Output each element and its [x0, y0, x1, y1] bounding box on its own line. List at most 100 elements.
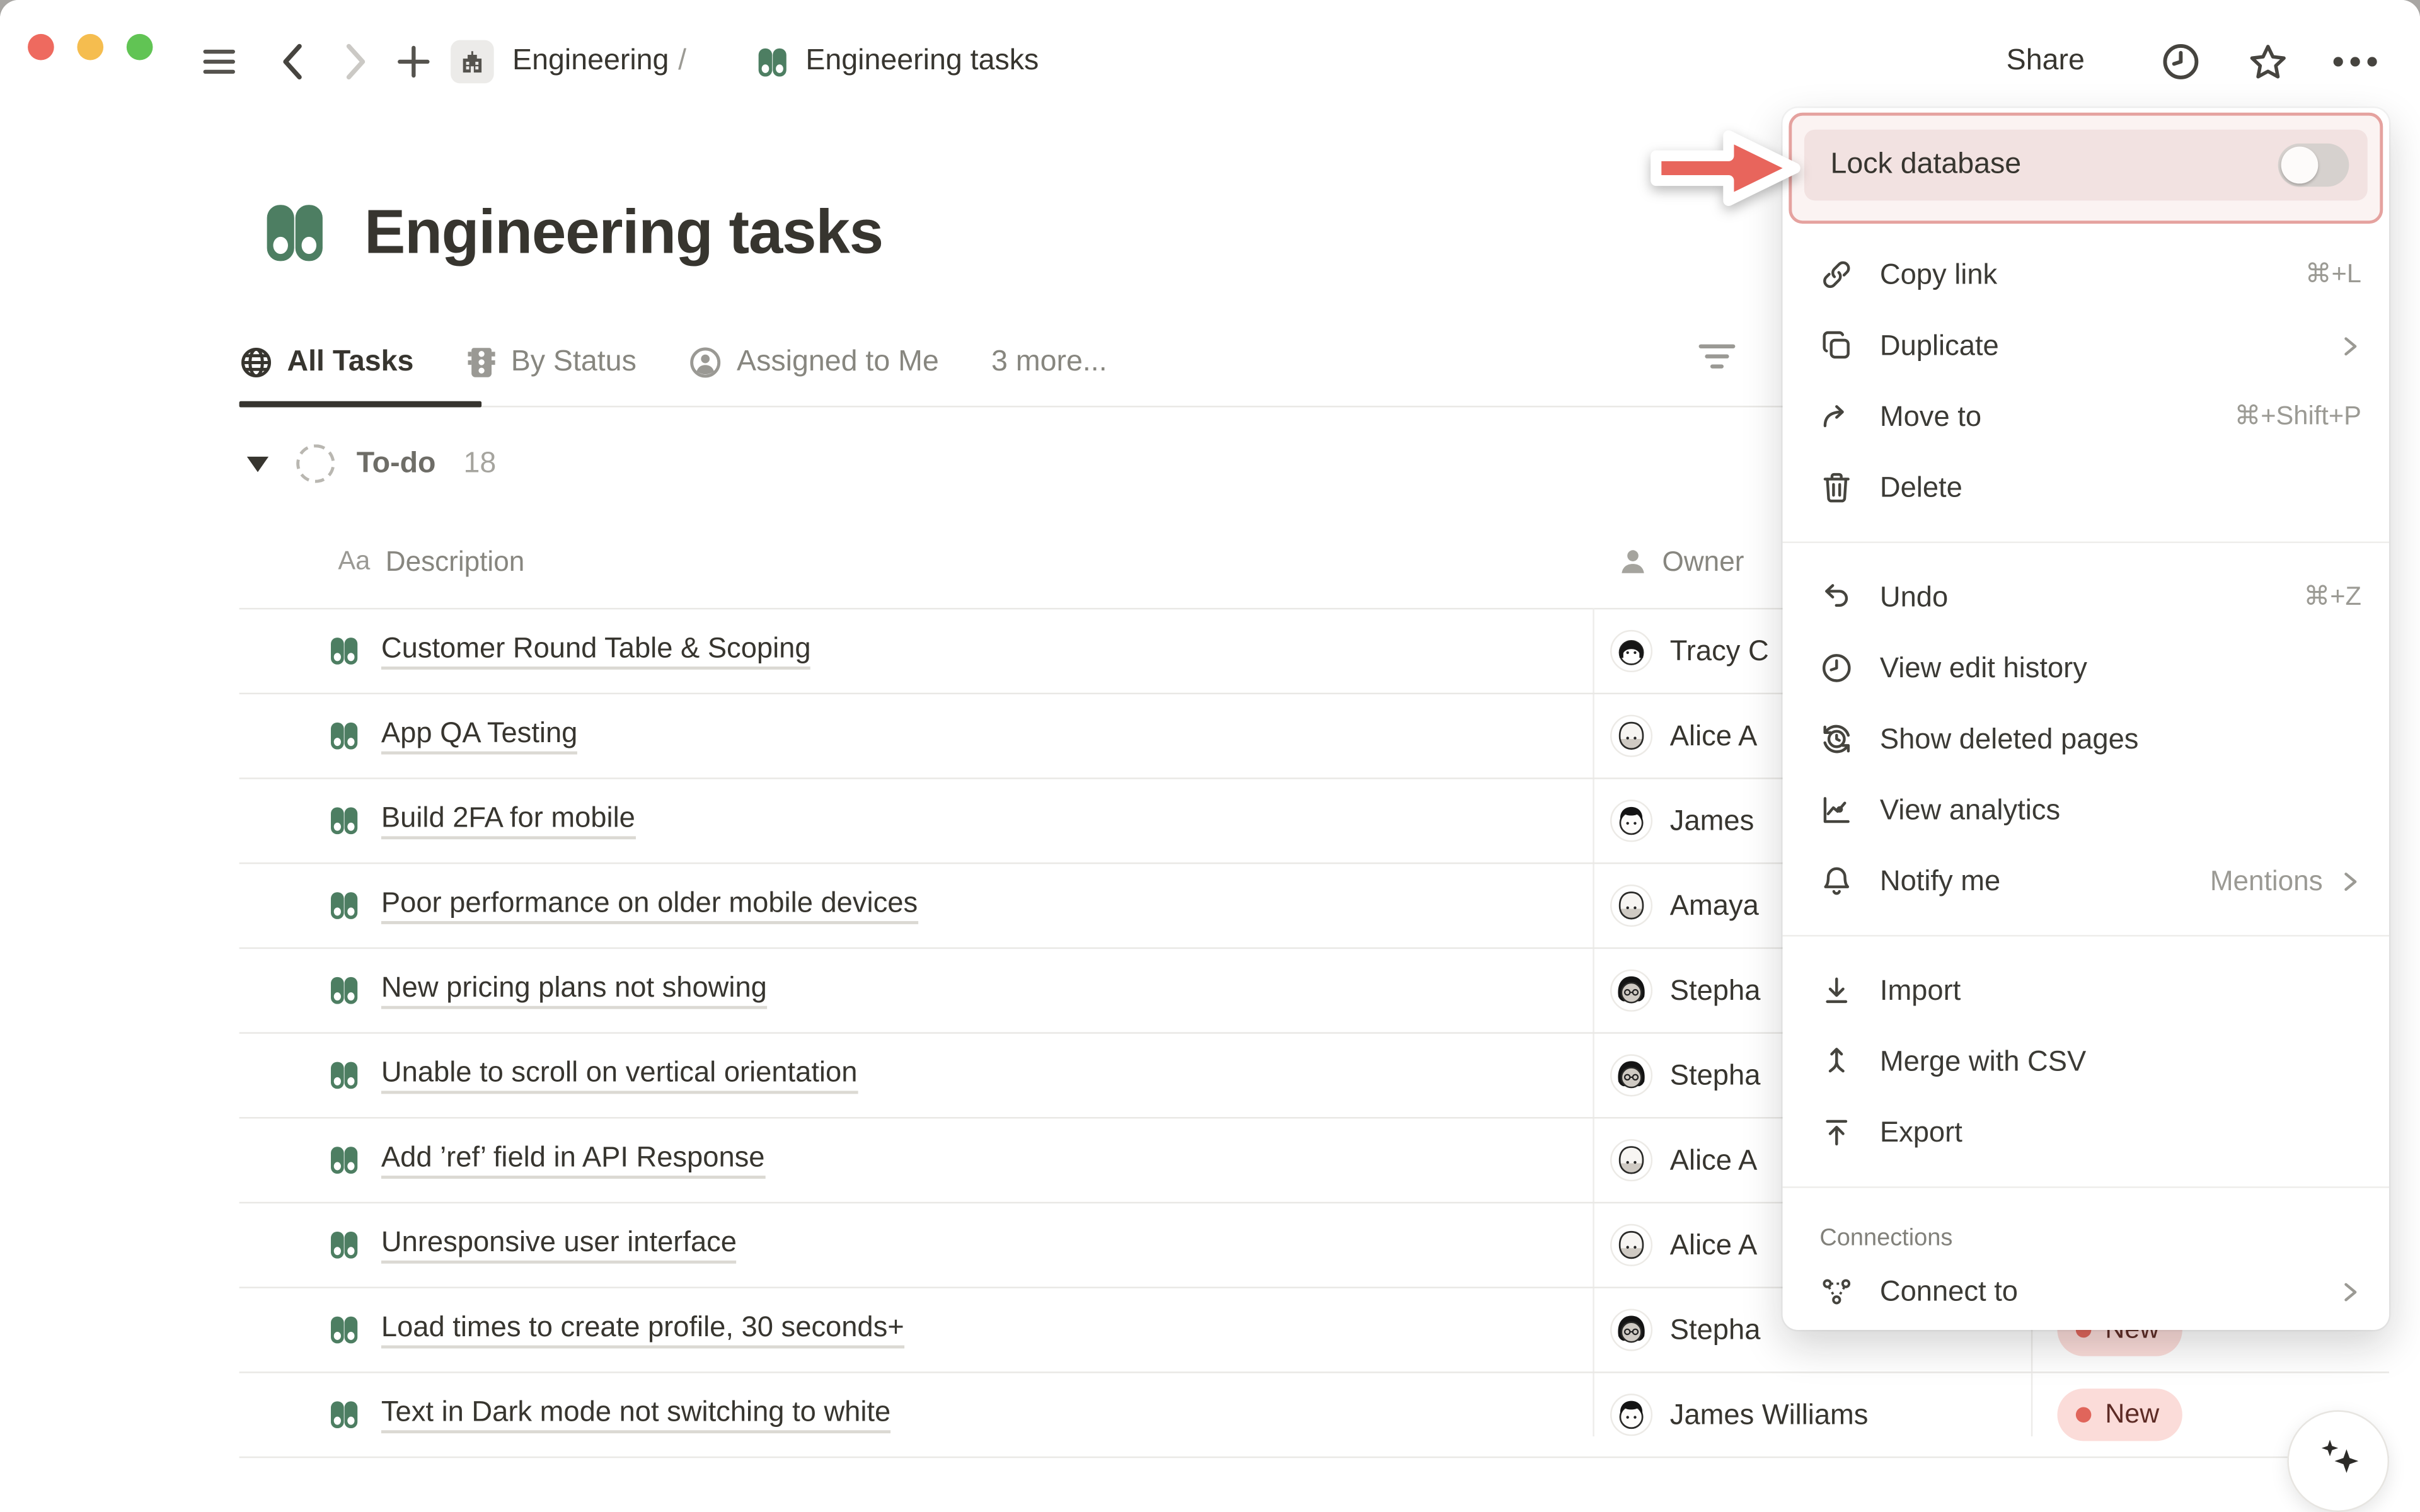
notion-app: Engineering / Engineering tasks Share En…: [0, 0, 2420, 1512]
owner-cell[interactable]: Stepha: [1610, 949, 1760, 1031]
owner-cell[interactable]: Alice A: [1610, 1119, 1757, 1201]
avatar: [1610, 883, 1653, 927]
globe-icon: [239, 346, 274, 380]
menu-item-label: Undo: [1880, 580, 2304, 614]
traffic-light-icon: [466, 346, 497, 380]
column-header-owner[interactable]: Owner: [1618, 528, 1744, 596]
task-cell[interactable]: App QA Testing: [327, 694, 577, 776]
group-name: To-do: [357, 447, 436, 481]
owner-cell[interactable]: Tracy C: [1610, 609, 1768, 691]
menu-section-label: Connections: [1783, 1206, 2389, 1256]
task-cell[interactable]: Unable to scroll on vertical orientation: [327, 1034, 857, 1116]
tab-by-status[interactable]: By Status: [466, 346, 637, 380]
workspace-icon-chip[interactable]: [451, 40, 494, 84]
tab-assigned-to-me[interactable]: Assigned to Me: [689, 346, 939, 380]
export-icon: [1819, 1116, 1853, 1150]
task-title[interactable]: New pricing plans not showing: [381, 970, 767, 1009]
collapse-triangle-icon[interactable]: [247, 456, 268, 471]
menu-item-notify-me[interactable]: Notify meMentions: [1783, 845, 2389, 917]
breadcrumb-page[interactable]: Engineering tasks: [755, 0, 1039, 123]
owner-cell[interactable]: James: [1610, 779, 1754, 861]
favorite-star-icon[interactable]: [2241, 0, 2293, 123]
menu-item-copy-link[interactable]: Copy link⌘+L: [1783, 239, 2389, 311]
more-options-icon[interactable]: [2327, 0, 2383, 123]
lock-database-callout: Lock database: [1789, 113, 2383, 224]
window-controls: [28, 34, 153, 60]
task-title[interactable]: Build 2FA for mobile: [381, 801, 635, 840]
sidebar-menu-icon[interactable]: [195, 0, 244, 123]
close-window-button[interactable]: [28, 34, 54, 60]
tab-all-tasks[interactable]: All Tasks: [239, 346, 414, 380]
menu-item-view-analytics[interactable]: View analytics: [1783, 774, 2389, 845]
breadcrumb-workspace[interactable]: Engineering: [512, 45, 669, 79]
avatar: [1610, 968, 1653, 1012]
task-title[interactable]: Load times to create profile, 30 seconds…: [381, 1310, 904, 1349]
forward-icon[interactable]: [333, 0, 377, 123]
task-cell[interactable]: Poor performance on older mobile devices: [327, 864, 918, 946]
task-cell[interactable]: Build 2FA for mobile: [327, 779, 635, 861]
menu-item-connect-to[interactable]: Connect to: [1783, 1256, 2389, 1327]
clock-icon: [1819, 651, 1853, 685]
zoom-window-button[interactable]: [127, 34, 153, 60]
task-title[interactable]: Poor performance on older mobile devices: [381, 885, 918, 924]
menu-item-undo[interactable]: Undo⌘+Z: [1783, 561, 2389, 633]
task-title[interactable]: Unresponsive user interface: [381, 1225, 737, 1264]
status-badge[interactable]: New: [2057, 1388, 2182, 1440]
page-title: Engineering tasks: [364, 198, 883, 268]
undo-icon: [1819, 580, 1853, 614]
status-cell[interactable]: New: [2057, 1373, 2182, 1455]
task-title[interactable]: Text in Dark mode not switching to white: [381, 1395, 890, 1434]
owner-name: Tracy C: [1670, 633, 1769, 667]
binoculars-icon: [327, 803, 361, 837]
updates-clock-icon[interactable]: [2155, 0, 2207, 123]
trash-icon: [1819, 471, 1853, 505]
owner-cell[interactable]: Alice A: [1610, 1203, 1757, 1285]
menu-item-label: Export: [1880, 1116, 2361, 1150]
menu-item-delete[interactable]: Delete: [1783, 452, 2389, 524]
back-icon[interactable]: [272, 0, 315, 123]
column-header-description[interactable]: Aa Description: [338, 528, 524, 596]
minimize-window-button[interactable]: [77, 34, 103, 60]
owner-cell[interactable]: James Williams: [1610, 1373, 1868, 1455]
owner-cell[interactable]: Amaya: [1610, 864, 1759, 946]
task-cell[interactable]: Add ’ref’ field in API Response: [327, 1119, 764, 1201]
task-cell[interactable]: New pricing plans not showing: [327, 949, 767, 1031]
chevron-right-icon: [2338, 1280, 2361, 1303]
task-cell[interactable]: Customer Round Table & Scoping: [327, 609, 810, 691]
binoculars-icon: [327, 1142, 361, 1176]
tab-3-more-[interactable]: 3 more...: [991, 346, 1107, 380]
task-title[interactable]: App QA Testing: [381, 716, 577, 755]
lock-database-item[interactable]: Lock database: [1804, 130, 2368, 201]
task-title[interactable]: Customer Round Table & Scoping: [381, 631, 811, 670]
task-title[interactable]: Unable to scroll on vertical orientation: [381, 1055, 858, 1094]
tab-label: All Tasks: [287, 346, 414, 380]
task-cell[interactable]: Unresponsive user interface: [327, 1203, 737, 1285]
binoculars-icon: [327, 1312, 361, 1346]
menu-item-duplicate[interactable]: Duplicate: [1783, 310, 2389, 381]
menu-item-show-deleted-pages[interactable]: Show deleted pages: [1783, 704, 2389, 775]
menu-item-import[interactable]: Import: [1783, 955, 2389, 1026]
share-button[interactable]: Share: [2007, 0, 2085, 123]
owner-cell[interactable]: Stepha: [1610, 1034, 1760, 1116]
page-header: Engineering tasks: [259, 197, 883, 268]
task-title[interactable]: Add ’ref’ field in API Response: [381, 1140, 765, 1179]
owner-cell[interactable]: Alice A: [1610, 694, 1757, 776]
group-header-todo[interactable]: To-do 18: [247, 444, 496, 483]
menu-item-merge-with-csv[interactable]: Merge with CSV: [1783, 1026, 2389, 1097]
menu-divider: [1783, 542, 2389, 543]
binoculars-icon: [327, 1397, 361, 1431]
lock-database-toggle[interactable]: [2278, 144, 2349, 187]
owner-name: Amaya: [1670, 888, 1759, 922]
task-cell[interactable]: Load times to create profile, 30 seconds…: [327, 1288, 904, 1370]
new-page-plus-icon[interactable]: [391, 0, 437, 123]
filter-icon[interactable]: [1698, 340, 1736, 381]
owner-cell[interactable]: Stepha: [1610, 1288, 1760, 1370]
avatar: [1610, 629, 1653, 672]
menu-item-export[interactable]: Export: [1783, 1097, 2389, 1168]
ai-sparkle-button[interactable]: [2287, 1410, 2389, 1512]
menu-item-move-to[interactable]: Move to⌘+Shift+P: [1783, 381, 2389, 452]
tab-label: Assigned to Me: [737, 346, 939, 380]
menu-item-view-edit-history[interactable]: View edit history: [1783, 633, 2389, 704]
table-row[interactable]: Text in Dark mode not switching to white…: [239, 1373, 2389, 1458]
task-cell[interactable]: Text in Dark mode not switching to white: [327, 1373, 890, 1455]
